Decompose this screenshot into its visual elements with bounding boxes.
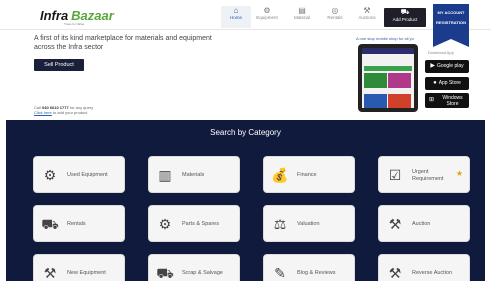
excavator-icon: ⛟	[41, 216, 59, 232]
category-materials[interactable]: ▥ Materials	[148, 156, 240, 193]
gavel-icon: ⚒	[388, 216, 402, 232]
category-label: Auction	[412, 221, 431, 227]
add-product-button[interactable]: ⛟ Add Product	[384, 8, 426, 27]
category-label: New Equipment	[67, 270, 106, 276]
add-product-label: Add Product	[392, 17, 418, 22]
category-label: Urgent Requirement	[412, 169, 444, 183]
my-account-link[interactable]: MY ACCOUNT	[433, 10, 469, 16]
play-icon: ▶	[430, 63, 435, 69]
download-app-label: Download App	[428, 50, 454, 55]
hero-headline: A first of its kind marketplace for mate…	[34, 34, 284, 52]
category-used-equipment[interactable]: ⚙ Used Equipment	[33, 156, 125, 193]
tools-icon: ⚒	[43, 265, 57, 281]
phone-tile	[388, 73, 411, 88]
add-product-hint: Click here to add your product	[34, 110, 87, 115]
checklist-icon: ☑	[388, 167, 402, 183]
gavel-icon: ⚒	[388, 265, 402, 281]
phone-screen	[362, 48, 414, 108]
rentals-icon: ◎	[331, 6, 339, 15]
category-parts-spares[interactable]: ⚙ Parts & Spares	[148, 205, 240, 242]
nav-material[interactable]: ▤ Material	[287, 6, 317, 28]
gear-icon: ⚙	[263, 6, 271, 15]
registration-link[interactable]: REGISTRATION	[433, 20, 469, 26]
category-blog-reviews[interactable]: ✎ Blog & Reviews	[263, 254, 355, 281]
home-icon: ⌂	[233, 6, 239, 15]
hero-line-1: A first of its kind marketplace for mate…	[34, 35, 212, 42]
category-label: Blog & Reviews	[297, 270, 336, 276]
category-label: Rentals	[67, 221, 86, 227]
phone-mockup	[358, 44, 418, 112]
box-icon: ▤	[298, 6, 306, 15]
click-suffix: to add your product	[52, 110, 88, 115]
nav-auctions[interactable]: ⚒ Auctions	[352, 6, 382, 28]
nav-equipment-label: Equipment	[256, 15, 278, 20]
phone-app-bar	[362, 48, 414, 54]
category-finance[interactable]: 💰 Finance	[263, 156, 355, 193]
logo-tagline: Trees for Value	[64, 22, 85, 26]
star-icon: ★	[455, 169, 463, 178]
category-new-equipment[interactable]: ⚒ New Equipment	[33, 254, 125, 281]
nav-rentals-label: Rentals	[327, 15, 343, 20]
google-play-label: Google play	[436, 63, 464, 69]
category-label: Finance	[297, 172, 317, 178]
windows-icon: ⊞	[429, 97, 435, 103]
category-label: Parts & Spares	[182, 221, 219, 227]
scale-icon: ⚖	[273, 216, 287, 232]
top-header: Infra Bazaar Trees for Value ⌂ Home ⚙ Equ…	[0, 0, 491, 30]
phone-green-banner	[364, 66, 412, 71]
category-auction[interactable]: ⚒ Auction	[378, 205, 470, 242]
category-title: Search by Category	[210, 128, 281, 137]
category-valuation[interactable]: ⚖ Valuation	[263, 205, 355, 242]
app-store-button[interactable]: ● App Store	[425, 77, 469, 90]
category-reverse-auction[interactable]: ⚒ Reverse Auction	[378, 254, 470, 281]
category-scrap-salvage[interactable]: ⛟ Scrap & Salvage	[148, 254, 240, 281]
app-store-label: App Store	[438, 80, 461, 86]
truck-icon: ⛟	[156, 265, 174, 281]
click-here-link[interactable]: Click here	[34, 110, 52, 115]
nav-home[interactable]: ⌂ Home	[221, 6, 251, 28]
nav-home-label: Home	[229, 15, 242, 20]
sell-product-button[interactable]: Sell Product	[34, 59, 84, 71]
category-label: Materials	[182, 172, 205, 178]
phone-tile	[364, 94, 387, 108]
mobile-app-tagline: A one stop mobile shop for all yo	[356, 36, 414, 41]
category-label-line-2: Requirement	[412, 176, 444, 182]
phone-tile	[388, 94, 411, 108]
building-icon: ▥	[158, 167, 172, 183]
nav-auctions-label: Auctions	[358, 15, 376, 20]
apple-icon: ●	[433, 80, 437, 86]
nav-equipment[interactable]: ⚙ Equipment	[252, 6, 282, 28]
gears-icon: ⚙	[158, 216, 172, 232]
category-rentals[interactable]: ⛟ Rentals	[33, 205, 125, 242]
phone-tile	[364, 73, 387, 88]
infra-bazaar-logo[interactable]: Infra Bazaar	[40, 9, 114, 22]
google-play-button[interactable]: ▶ Google play	[425, 60, 469, 73]
windows-store-button[interactable]: ⊞ Windows Store	[425, 93, 469, 108]
truck-icon: ⛟	[400, 9, 410, 16]
my-account-ribbon[interactable]: MY ACCOUNT REGISTRATION	[433, 4, 469, 47]
category-label-line-1: Urgent	[412, 169, 429, 175]
hero-line-2: across the Infra sector	[34, 44, 104, 51]
category-section: Search by Category ⚙ Used Equipment ▥ Ma…	[6, 120, 485, 281]
category-urgent-requirement[interactable]: ☑ Urgent Requirement ★	[378, 156, 470, 193]
category-label: Valuation	[297, 221, 320, 227]
blog-icon: ✎	[274, 265, 286, 281]
category-label: Reverse Auction	[412, 270, 453, 276]
gavel-icon: ⚒	[363, 6, 371, 15]
gear-icon: ⚙	[43, 167, 57, 183]
category-label: Used Equipment	[67, 172, 108, 178]
nav-rentals[interactable]: ◎ Rentals	[320, 6, 350, 28]
money-bag-icon: 💰	[271, 167, 289, 183]
category-label: Scrap & Salvage	[182, 270, 223, 276]
phone-tiles	[364, 73, 412, 108]
nav-material-label: Material	[293, 15, 310, 20]
